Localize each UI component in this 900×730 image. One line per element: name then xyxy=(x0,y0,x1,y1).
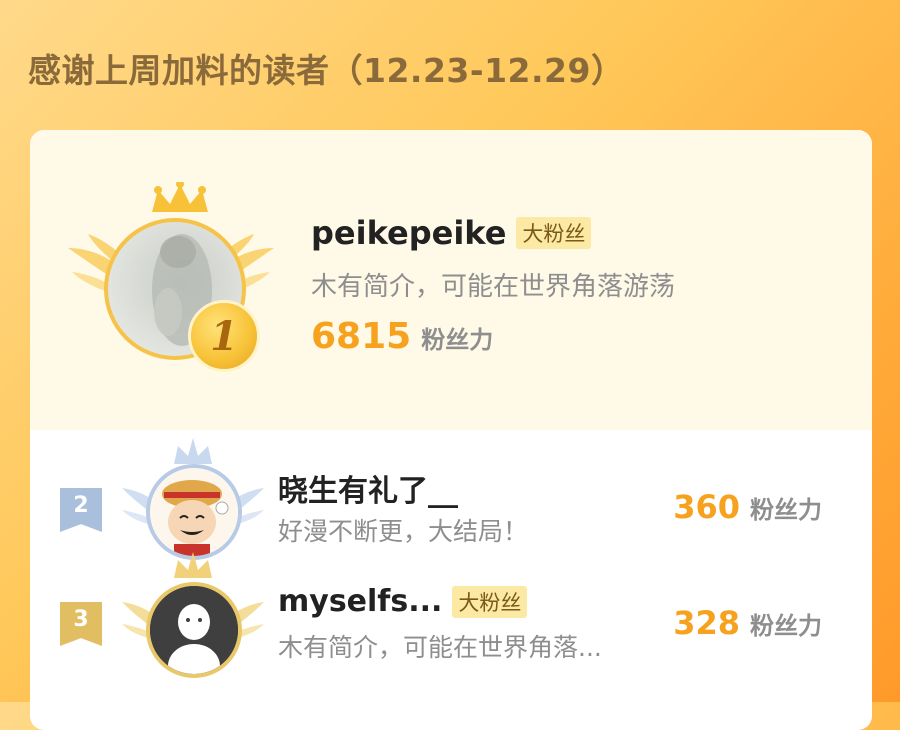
leaderboard-row[interactable]: 3 myselfs... 大粉丝 木有简介，可能在世界角落... 328 粉丝力 xyxy=(30,552,872,730)
username-row: 晓生有礼了__ xyxy=(278,466,458,510)
fan-power-score: 328 粉丝力 xyxy=(673,604,822,642)
score-value: 328 xyxy=(673,604,740,642)
user-bio: 好漫不断更，大结局！ xyxy=(278,517,529,546)
score-unit: 粉丝力 xyxy=(750,612,822,640)
user-avatar[interactable] xyxy=(146,464,242,560)
rank-2-flag-icon: 2 xyxy=(60,488,102,532)
score-unit: 粉丝力 xyxy=(750,496,822,524)
leaderboard-top-entry[interactable]: 1 peikepeike 大粉丝 木有简介，可能在世界角落游荡 6815 粉丝力 xyxy=(30,130,872,430)
cartoon-boy-icon xyxy=(150,468,238,556)
big-fan-badge: 大粉丝 xyxy=(452,585,528,618)
user-avatar[interactable] xyxy=(146,582,242,678)
page-title: 感谢上周加料的读者（12.23-12.29） xyxy=(28,51,625,90)
username-row: peikepeike 大粉丝 xyxy=(311,214,592,252)
username[interactable]: peikepeike xyxy=(311,214,506,252)
score-value: 6815 xyxy=(311,316,412,357)
leaderboard-card: 1 peikepeike 大粉丝 木有简介，可能在世界角落游荡 6815 粉丝力… xyxy=(30,130,872,730)
big-fan-badge: 大粉丝 xyxy=(516,217,592,249)
fan-power-score: 6815 粉丝力 xyxy=(311,316,493,357)
username[interactable]: myselfs... xyxy=(278,584,442,619)
username[interactable]: 晓生有礼了__ xyxy=(278,466,458,510)
username-row: myselfs... 大粉丝 xyxy=(278,584,528,619)
score-unit: 粉丝力 xyxy=(421,326,494,354)
default-user-icon xyxy=(150,586,238,674)
score-value: 360 xyxy=(673,488,740,526)
user-bio: 木有简介，可能在世界角落游荡 xyxy=(311,272,676,302)
rank-3-flag-icon: 3 xyxy=(60,602,102,646)
user-bio: 木有简介，可能在世界角落... xyxy=(278,633,602,662)
fan-power-score: 360 粉丝力 xyxy=(673,488,822,526)
rank-1-medal-icon: 1 xyxy=(188,300,260,372)
